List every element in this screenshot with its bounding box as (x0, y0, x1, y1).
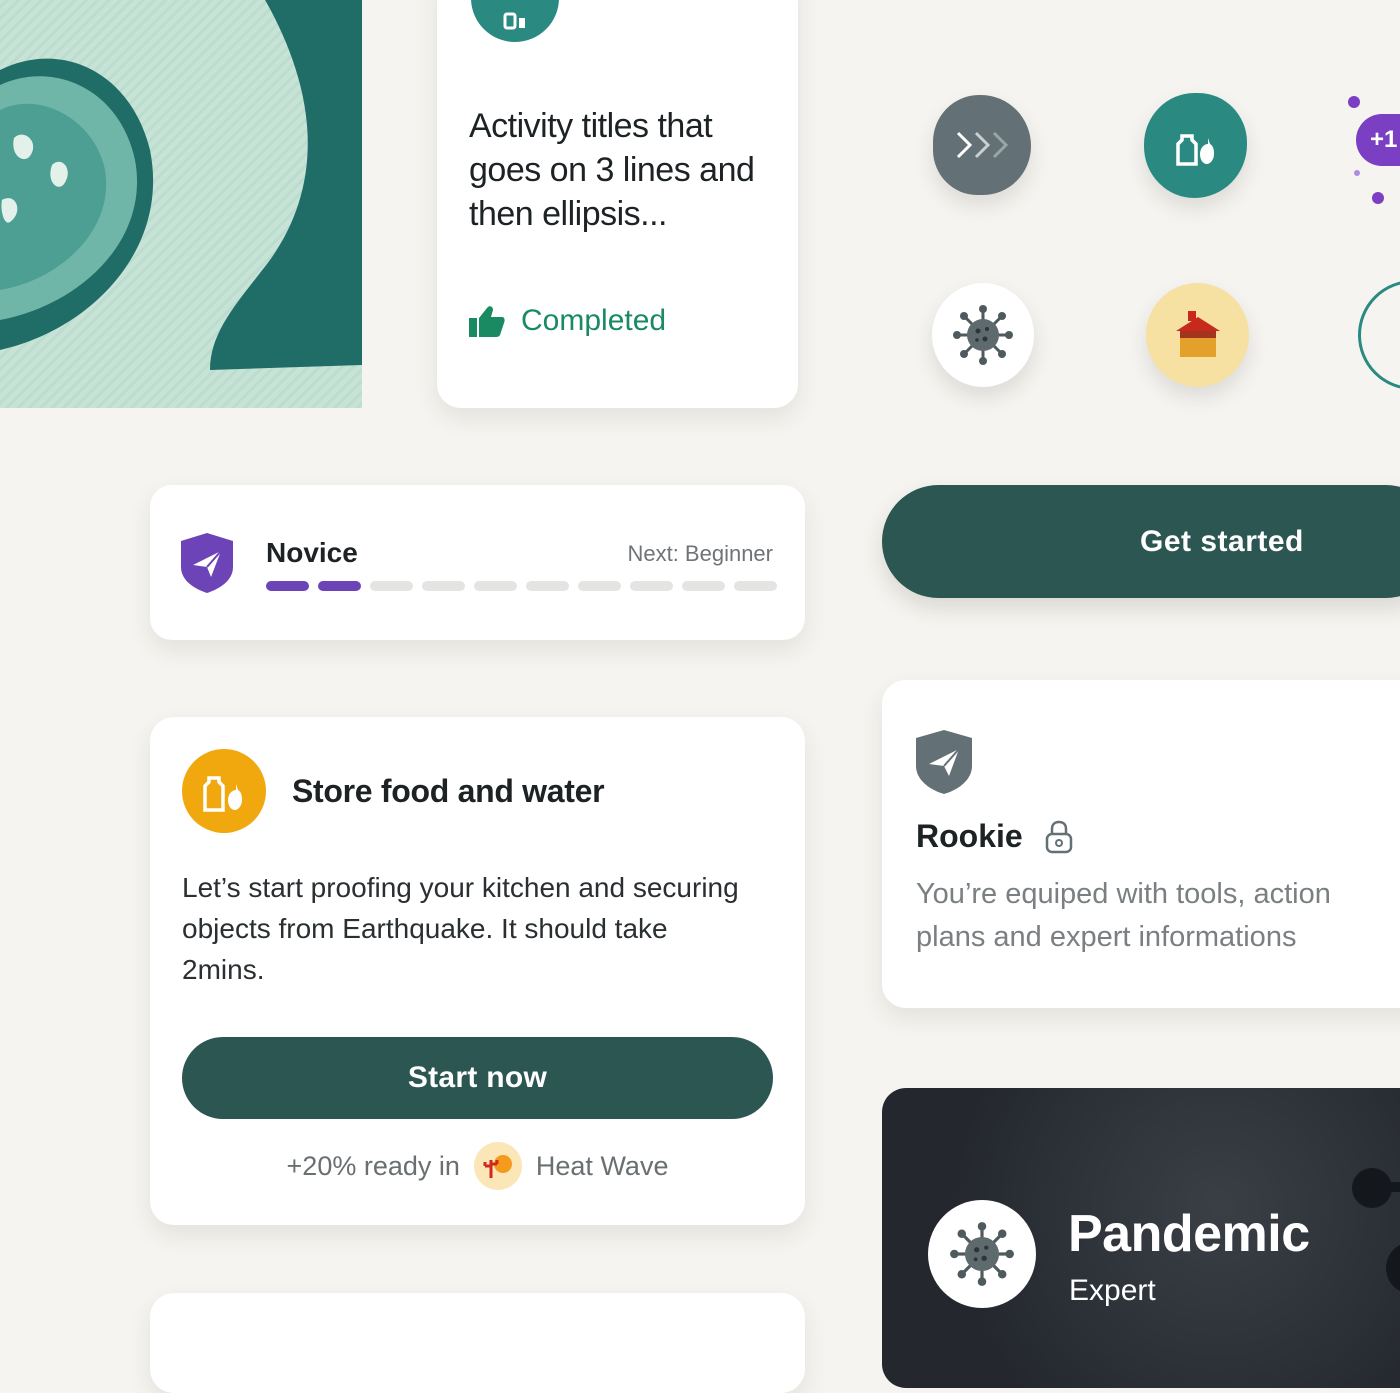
progress-segment (474, 581, 517, 591)
house-icon[interactable] (1146, 283, 1249, 387)
task-title: Store food and water (292, 773, 605, 809)
wave-illustration (0, 0, 362, 408)
rookie-description: You’re equiped with tools, action plans … (916, 873, 1400, 959)
plus-badge-label: +1 (1356, 114, 1400, 166)
food-water-icon (503, 12, 525, 30)
thumbs-up-icon (469, 306, 505, 337)
illustration-card (0, 0, 362, 408)
level-shield-icon (181, 533, 233, 593)
progress-segment (422, 581, 465, 591)
rookie-shield-icon (916, 730, 972, 794)
level-progress-card[interactable]: Novice Next: Beginner (150, 485, 805, 640)
progress-segment (266, 581, 309, 591)
activity-card[interactable]: Activity titles that goes on 3 lines and… (437, 0, 798, 408)
progress-segment (630, 581, 673, 591)
pandemic-subtitle: Expert (1069, 1274, 1156, 1307)
level-name: Novice (266, 537, 358, 568)
pandemic-badge (928, 1200, 1036, 1308)
level-progress-bar (266, 581, 777, 591)
next-level-label: Next: Beginner (627, 541, 773, 566)
progress-segment (578, 581, 621, 591)
status-label: Completed (521, 304, 667, 337)
ready-text: +20% ready in (286, 1150, 460, 1181)
task-description: Let’s start proofing your kitchen and se… (182, 872, 739, 985)
progress-segment (370, 581, 413, 591)
rookie-level-name: Rookie (916, 818, 1023, 854)
rookie-title: Rookie (916, 818, 1073, 855)
forward-chevrons-icon[interactable] (933, 95, 1031, 195)
task-card[interactable]: Store food and water Let’s start proofin… (150, 717, 805, 1225)
partial-card (150, 1293, 805, 1393)
molecule-decoration (1352, 1168, 1400, 1292)
food-water-icon (203, 776, 242, 812)
progress-segment (682, 581, 725, 591)
activity-category-icon (471, 0, 559, 42)
virus-icon[interactable] (932, 283, 1034, 387)
progress-segment (318, 581, 361, 591)
rookie-description-line1: You’re equiped with tools, action (916, 878, 1331, 910)
outline-circle-icon[interactable] (1358, 280, 1400, 390)
activity-title: Activity titles that goes on 3 lines and… (469, 107, 755, 233)
get-started-button[interactable]: Get started (882, 485, 1400, 598)
start-now-button[interactable]: Start now (182, 1037, 773, 1119)
readiness-info: +20% ready in Heat Wave (150, 1142, 805, 1190)
heat-wave-icon (473, 1142, 522, 1190)
pandemic-title: Pandemic (1068, 1205, 1310, 1263)
task-category-icon (182, 749, 266, 833)
plus-badge-icon[interactable]: +1 (1344, 92, 1400, 212)
virus-icon (950, 1222, 1014, 1286)
rookie-level-card[interactable]: Rookie You’re equiped with tools, action… (882, 680, 1400, 1008)
food-water-icon[interactable] (1144, 93, 1247, 198)
pandemic-expert-card[interactable]: Pandemic Expert (882, 1088, 1400, 1388)
progress-segment (526, 581, 569, 591)
progress-segment (734, 581, 777, 591)
rookie-description-line2: plans and expert informations (916, 921, 1297, 953)
hazard-name: Heat Wave (535, 1150, 669, 1181)
activity-status: Completed (469, 304, 666, 338)
lock-icon (1045, 820, 1072, 853)
